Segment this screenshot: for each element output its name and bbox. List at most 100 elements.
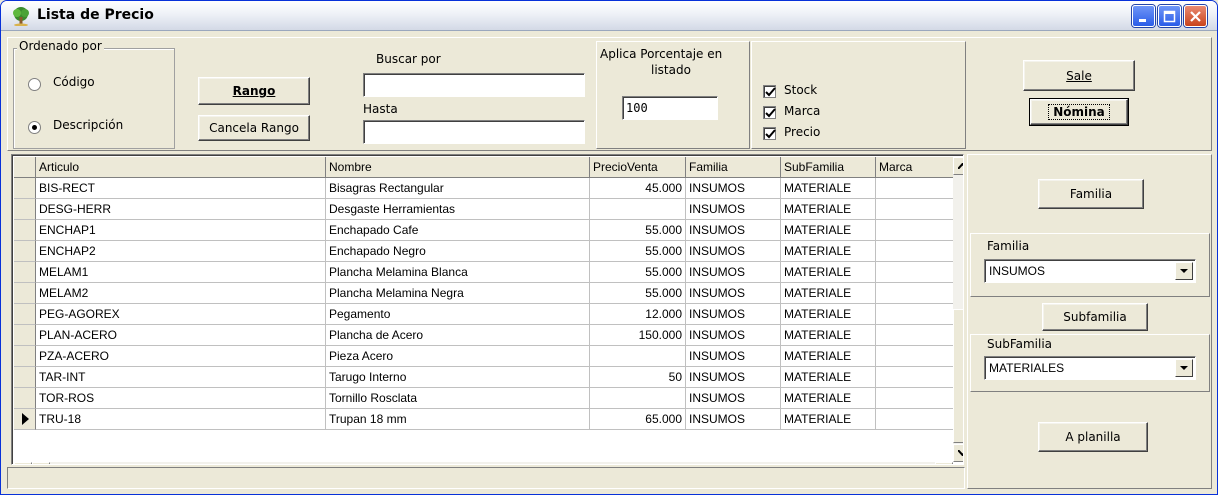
table-cell[interactable]: TOR-ROS: [36, 388, 326, 409]
table-cell[interactable]: [590, 199, 686, 220]
table-cell[interactable]: ENCHAP2: [36, 241, 326, 262]
table-cell[interactable]: Pieza Acero: [326, 346, 590, 367]
hasta-input[interactable]: [363, 120, 585, 144]
table-cell[interactable]: MATERIALE: [781, 388, 876, 409]
scroll-down-button[interactable]: [953, 444, 963, 462]
table-cell[interactable]: 150.000: [590, 325, 686, 346]
subfamilia-dropdown-button[interactable]: [1175, 359, 1193, 377]
table-cell[interactable]: 12.000: [590, 304, 686, 325]
row-selector[interactable]: [14, 346, 36, 367]
table-cell[interactable]: Bisagras Rectangular: [326, 178, 590, 199]
close-button[interactable]: [1184, 5, 1207, 27]
table-cell[interactable]: Enchapado Negro: [326, 241, 590, 262]
table-cell[interactable]: [876, 220, 961, 241]
table-cell[interactable]: 55.000: [590, 283, 686, 304]
row-selector[interactable]: [14, 220, 36, 241]
table-cell[interactable]: [876, 283, 961, 304]
table-cell[interactable]: PEG-AGOREX: [36, 304, 326, 325]
table-cell[interactable]: [876, 199, 961, 220]
nomina-button[interactable]: Nómina: [1029, 98, 1129, 126]
row-selector[interactable]: [14, 325, 36, 346]
table-cell[interactable]: INSUMOS: [686, 178, 781, 199]
radio-description-label[interactable]: Descripción: [53, 118, 123, 132]
table-cell[interactable]: INSUMOS: [686, 325, 781, 346]
scroll-right-button[interactable]: [935, 462, 953, 464]
column-header[interactable]: Nombre: [326, 157, 590, 178]
table-cell[interactable]: INSUMOS: [686, 388, 781, 409]
row-selector[interactable]: [14, 367, 36, 388]
table-cell[interactable]: BIS-RECT: [36, 178, 326, 199]
table-cell[interactable]: 65.000: [590, 409, 686, 430]
table-cell[interactable]: MATERIALE: [781, 262, 876, 283]
marca-checkbox[interactable]: [763, 106, 776, 119]
familia-dropdown-button[interactable]: [1175, 262, 1193, 280]
marca-label[interactable]: Marca: [784, 104, 820, 118]
table-cell[interactable]: [876, 178, 961, 199]
buscar-input[interactable]: [363, 73, 585, 97]
scroll-thumb[interactable]: [953, 309, 963, 443]
percent-input[interactable]: [622, 96, 718, 120]
table-cell[interactable]: MATERIALE: [781, 409, 876, 430]
table-cell[interactable]: MELAM2: [36, 283, 326, 304]
table-cell[interactable]: 45.000: [590, 178, 686, 199]
table-cell[interactable]: Plancha Melamina Blanca: [326, 262, 590, 283]
maximize-button[interactable]: [1158, 5, 1181, 27]
table-cell[interactable]: MATERIALE: [781, 346, 876, 367]
table-cell[interactable]: [876, 241, 961, 262]
table-cell[interactable]: INSUMOS: [686, 220, 781, 241]
table-cell[interactable]: TAR-INT: [36, 367, 326, 388]
row-selector[interactable]: [14, 178, 36, 199]
cancel-range-button[interactable]: Cancela Rango: [198, 115, 310, 141]
table-cell[interactable]: Trupan 18 mm: [326, 409, 590, 430]
row-selector[interactable]: [14, 388, 36, 409]
familia-select[interactable]: INSUMOS: [984, 259, 1196, 283]
table-cell[interactable]: Plancha Melamina Negra: [326, 283, 590, 304]
table-cell[interactable]: [876, 304, 961, 325]
table-cell[interactable]: PZA-ACERO: [36, 346, 326, 367]
precio-label[interactable]: Precio: [784, 125, 820, 139]
table-cell[interactable]: MATERIALE: [781, 325, 876, 346]
vertical-scrollbar[interactable]: [953, 157, 963, 462]
table-cell[interactable]: MELAM1: [36, 262, 326, 283]
row-selector[interactable]: [14, 283, 36, 304]
horizontal-scrollbar[interactable]: [14, 462, 953, 464]
title-bar[interactable]: Lista de Precio: [1, 1, 1217, 31]
table-cell[interactable]: 50: [590, 367, 686, 388]
table-cell[interactable]: INSUMOS: [686, 262, 781, 283]
planilla-button[interactable]: A planilla: [1038, 422, 1148, 452]
table-cell[interactable]: INSUMOS: [686, 304, 781, 325]
table-cell[interactable]: [876, 409, 961, 430]
table-cell[interactable]: INSUMOS: [686, 346, 781, 367]
table-cell[interactable]: [876, 262, 961, 283]
table-cell[interactable]: 55.000: [590, 241, 686, 262]
table-cell[interactable]: MATERIALE: [781, 199, 876, 220]
row-selector[interactable]: [14, 304, 36, 325]
stock-checkbox[interactable]: [763, 85, 776, 98]
row-selector[interactable]: [14, 262, 36, 283]
subfamilia-button[interactable]: Subfamilia: [1042, 303, 1148, 331]
minimize-button[interactable]: [1132, 5, 1155, 27]
rango-button[interactable]: Rango: [198, 77, 310, 105]
radio-description[interactable]: [28, 121, 41, 134]
table-cell[interactable]: PLAN-ACERO: [36, 325, 326, 346]
subfamilia-select[interactable]: MATERIALES: [984, 356, 1196, 380]
table-cell[interactable]: INSUMOS: [686, 367, 781, 388]
column-header[interactable]: Articulo: [36, 157, 326, 178]
table-cell[interactable]: MATERIALE: [781, 367, 876, 388]
table-cell[interactable]: [590, 388, 686, 409]
row-selector[interactable]: [14, 199, 36, 220]
table-cell[interactable]: INSUMOS: [686, 199, 781, 220]
table-cell[interactable]: Pegamento: [326, 304, 590, 325]
table-cell[interactable]: Plancha de Acero: [326, 325, 590, 346]
column-header[interactable]: SubFamilia: [781, 157, 876, 178]
precio-checkbox[interactable]: [763, 127, 776, 140]
table-cell[interactable]: INSUMOS: [686, 409, 781, 430]
row-selector[interactable]: [14, 241, 36, 262]
table-cell[interactable]: Desgaste Herramientas: [326, 199, 590, 220]
sale-button[interactable]: Sale: [1023, 60, 1135, 91]
table-cell[interactable]: MATERIALE: [781, 220, 876, 241]
table-cell[interactable]: MATERIALE: [781, 241, 876, 262]
familia-button[interactable]: Familia: [1038, 179, 1144, 209]
column-header[interactable]: PrecioVenta: [590, 157, 686, 178]
table-cell[interactable]: ENCHAP1: [36, 220, 326, 241]
